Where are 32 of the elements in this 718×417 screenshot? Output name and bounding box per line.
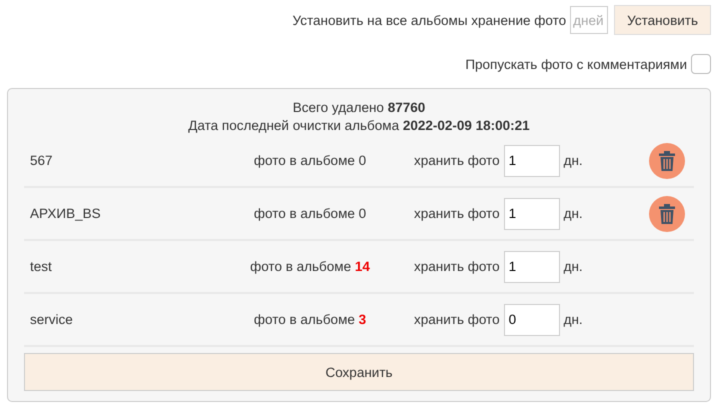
last-cleanup-text: Дата последней очистки альбома 2022-02-09 18:00:21 — [187, 117, 531, 135]
keep-label: хранить фото — [414, 312, 500, 327]
album-name: АРХИВ_BS — [29, 206, 102, 221]
delete-button[interactable] — [648, 196, 684, 232]
keep-days-field[interactable]: 1 — [504, 198, 560, 230]
album-name: service — [29, 312, 74, 327]
retention-label: Установить на все альбомы хранение фото — [292, 12, 566, 28]
skip-comments-checkbox[interactable] — [691, 54, 711, 74]
trash-icon — [658, 204, 674, 224]
album-name: test — [29, 259, 53, 274]
album-name: 567 — [29, 153, 54, 168]
save-button[interactable]: Сохранить — [24, 353, 694, 391]
deleted-total-text: Всего удалено 87760 — [292, 99, 426, 117]
skip-comments-label: Пропускать фото с комментариями — [465, 56, 687, 72]
keep-days-field[interactable]: 1 — [504, 144, 560, 176]
delete-button[interactable] — [648, 142, 684, 178]
photo-count-text: фото в альбоме 0 — [252, 153, 368, 168]
set-button[interactable]: Установить — [614, 5, 711, 35]
keep-days-field[interactable]: 1 — [504, 250, 560, 282]
days-unit: дн. — [564, 312, 583, 327]
photo-count-text: фото в альбоме 14 — [249, 259, 371, 274]
days-unit: дн. — [564, 153, 583, 168]
trash-icon — [658, 150, 674, 170]
days-field[interactable]: дней — [570, 6, 608, 34]
photo-count-text: фото в альбоме 3 — [252, 312, 368, 327]
keep-label: хранить фото — [414, 153, 500, 168]
days-unit: дн. — [564, 206, 583, 221]
keep-label: хранить фото — [414, 259, 500, 274]
keep-label: хранить фото — [414, 206, 500, 221]
photo-count-text: фото в альбоме 0 — [252, 206, 368, 221]
keep-days-field[interactable]: 0 — [504, 304, 560, 336]
days-unit: дн. — [564, 259, 583, 274]
